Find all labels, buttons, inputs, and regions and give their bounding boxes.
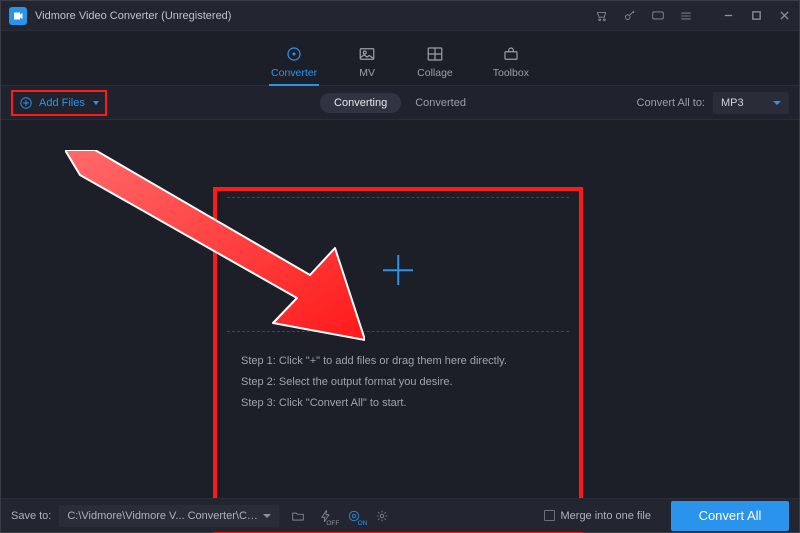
open-folder-button[interactable] bbox=[287, 506, 309, 526]
step-3-text: Step 3: Click "Convert All" to start. bbox=[241, 393, 563, 414]
output-format-select[interactable]: MP3 bbox=[713, 92, 789, 114]
toggle-on-label: ON bbox=[358, 520, 368, 527]
subtab-converted[interactable]: Converted bbox=[401, 93, 480, 113]
tab-toolbox[interactable]: Toolbox bbox=[493, 45, 529, 85]
bottom-bar: Save to: C:\Vidmore\Vidmore V... Convert… bbox=[1, 498, 799, 532]
tab-label: Collage bbox=[417, 67, 453, 79]
merge-label: Merge into one file bbox=[561, 510, 652, 522]
tab-mv[interactable]: MV bbox=[357, 45, 377, 85]
step-1-text: Step 1: Click "+" to add files or drag t… bbox=[241, 351, 563, 372]
save-path-value: C:\Vidmore\Vidmore V... Converter\Conver… bbox=[67, 510, 263, 522]
tab-collage[interactable]: Collage bbox=[417, 45, 453, 85]
main-tabs: Converter MV Collage Toolbox bbox=[1, 31, 799, 86]
app-window: Vidmore Video Converter (Unregistered) bbox=[0, 0, 800, 533]
minimize-button[interactable] bbox=[721, 9, 735, 23]
settings-button[interactable] bbox=[371, 506, 393, 526]
step-2-text: Step 2: Select the output format you des… bbox=[241, 372, 563, 393]
content-area: Step 1: Click "+" to add files or drag t… bbox=[1, 120, 799, 500]
maximize-button[interactable] bbox=[749, 9, 763, 23]
highlight-dropzone: Step 1: Click "+" to add files or drag t… bbox=[213, 187, 583, 533]
menu-icon[interactable] bbox=[679, 9, 693, 23]
add-plus-icon[interactable] bbox=[383, 255, 413, 285]
instruction-steps: Step 1: Click "+" to add files or drag t… bbox=[241, 351, 563, 414]
chevron-down-icon bbox=[263, 514, 271, 518]
subtab-converting[interactable]: Converting bbox=[320, 93, 401, 113]
save-path-select[interactable]: C:\Vidmore\Vidmore V... Converter\Conver… bbox=[59, 505, 279, 527]
chevron-down-icon bbox=[93, 101, 99, 105]
app-logo bbox=[9, 7, 27, 25]
convert-all-label: Convert All bbox=[699, 508, 762, 523]
save-to-label: Save to: bbox=[11, 510, 51, 522]
add-files-label: Add Files bbox=[39, 97, 85, 109]
close-button[interactable] bbox=[777, 9, 791, 23]
divider bbox=[227, 331, 569, 332]
tab-converter[interactable]: Converter bbox=[271, 45, 317, 85]
toggle-off-label: OFF bbox=[326, 520, 339, 527]
tab-label: Converter bbox=[271, 67, 317, 79]
add-files-button[interactable]: Add Files bbox=[11, 90, 107, 116]
sub-bar: Add Files Converting Converted Convert A… bbox=[1, 86, 799, 120]
high-speed-toggle[interactable]: ON bbox=[343, 506, 365, 526]
cart-icon[interactable] bbox=[595, 9, 609, 23]
drop-zone[interactable]: Step 1: Click "+" to add files or drag t… bbox=[223, 197, 573, 523]
hardware-accel-toggle[interactable]: OFF bbox=[315, 506, 337, 526]
tab-label: Toolbox bbox=[493, 67, 529, 79]
format-value: MP3 bbox=[721, 97, 744, 109]
key-icon[interactable] bbox=[623, 9, 637, 23]
merge-checkbox[interactable] bbox=[544, 510, 555, 521]
convert-all-to-label: Convert All to: bbox=[637, 97, 705, 109]
title-bar: Vidmore Video Converter (Unregistered) bbox=[1, 1, 799, 31]
tab-label: MV bbox=[359, 67, 375, 79]
chevron-down-icon bbox=[773, 101, 781, 105]
feedback-icon[interactable] bbox=[651, 9, 665, 23]
convert-all-button[interactable]: Convert All bbox=[671, 501, 789, 531]
app-title: Vidmore Video Converter (Unregistered) bbox=[35, 10, 231, 22]
